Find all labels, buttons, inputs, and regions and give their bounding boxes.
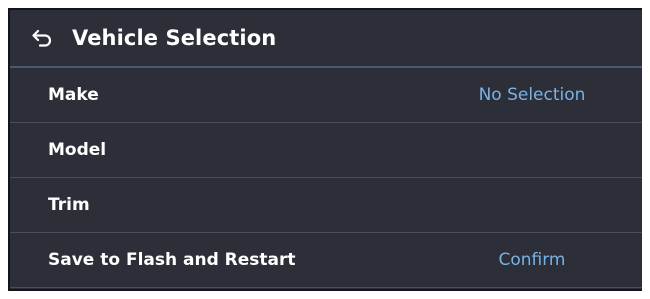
vehicle-selection-screen: Vehicle Selection Make No Selection Mode… [8, 8, 642, 291]
trim-label: Trim [48, 195, 90, 215]
trim-row[interactable]: Trim [10, 178, 642, 233]
back-arrow-icon[interactable] [32, 29, 52, 47]
save-restart-row[interactable]: Save to Flash and Restart Confirm [10, 233, 642, 288]
make-value[interactable]: No Selection [447, 85, 617, 105]
model-row[interactable]: Model [10, 123, 642, 178]
save-restart-label: Save to Flash and Restart [48, 250, 296, 270]
model-label: Model [48, 140, 107, 160]
make-row[interactable]: Make No Selection [10, 68, 642, 123]
page-title: Vehicle Selection [72, 26, 277, 50]
confirm-button[interactable]: Confirm [447, 250, 617, 270]
header-bar: Vehicle Selection [10, 10, 642, 68]
make-label: Make [48, 85, 99, 105]
